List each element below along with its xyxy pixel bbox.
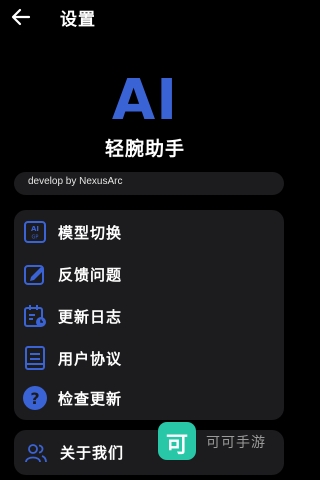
svg-text:AI: AI [31, 225, 39, 233]
page-title: 设置 [60, 10, 96, 30]
menu-item-label: 检查更新 [58, 390, 123, 408]
app-logo: AI [111, 68, 179, 133]
menu-item-changelog[interactable]: 更新日志 [14, 296, 284, 336]
svg-text:?: ? [30, 389, 39, 408]
menu-item-label: 反馈问题 [58, 266, 123, 284]
menu-item-label: 用户协议 [58, 350, 123, 368]
about-us-label: 关于我们 [60, 444, 125, 462]
developer-text: develop by NexusArc [28, 176, 123, 187]
svg-text:GP: GP [32, 235, 39, 241]
menu-item-feedback[interactable]: 反馈问题 [14, 254, 284, 294]
watermark-text: 可可手游 [206, 435, 266, 451]
ai-chip-icon: AI GP [24, 221, 46, 243]
menu-item-user-agreement[interactable]: 用户协议 [14, 338, 284, 378]
watermark: 可 可可手游 [158, 422, 286, 462]
developer-bar: develop by NexusArc [14, 172, 284, 195]
menu-item-label: 更新日志 [58, 308, 123, 326]
menu-item-label: 模型切换 [58, 224, 123, 242]
menu-item-model-switch[interactable]: AI GP 模型切换 [14, 212, 284, 252]
menu-item-check-update[interactable]: ? 检查更新 [14, 378, 284, 418]
agreement-document-icon [25, 346, 45, 370]
watermark-logo: 可 [158, 422, 196, 460]
top-bar: 设置 [0, 0, 290, 36]
help-question-icon: ? [23, 386, 47, 410]
watermark-glyph: 可 [165, 433, 188, 458]
calendar-log-icon [24, 305, 46, 327]
feedback-edit-icon [24, 265, 44, 285]
app-name: 轻腕助手 [104, 138, 185, 160]
settings-menu: AI GP 模型切换 反馈问题 更新日志 用户协议 ? 检查更新 [14, 210, 284, 420]
arrow-left-icon[interactable] [10, 6, 32, 28]
users-icon [25, 444, 47, 463]
